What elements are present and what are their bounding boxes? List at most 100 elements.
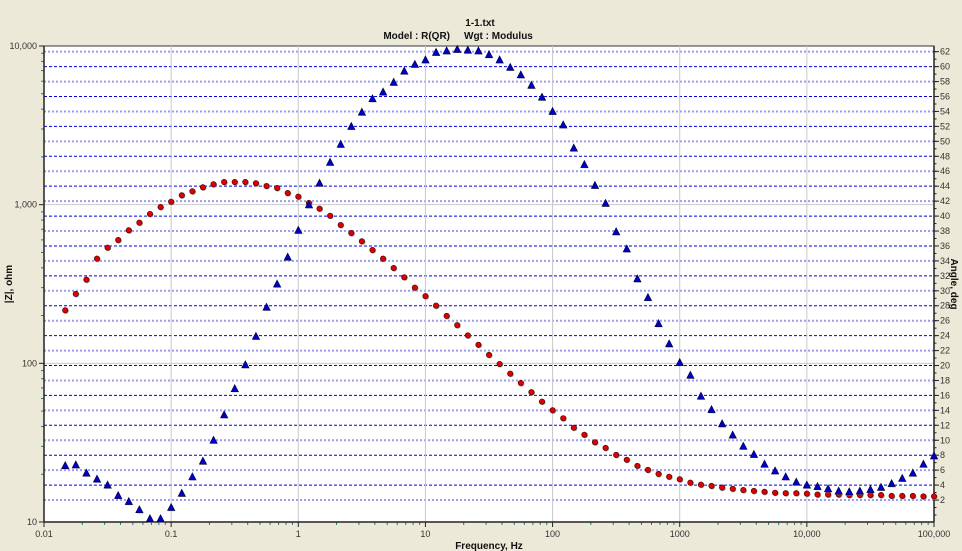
impedance-point	[708, 482, 715, 489]
y-left-tick-label: 10,000	[9, 41, 37, 51]
impedance-point	[189, 188, 196, 195]
impedance-point	[761, 488, 768, 495]
impedance-point	[93, 255, 100, 262]
impedance-point	[666, 473, 673, 480]
impedance-point	[125, 227, 132, 234]
chart-subtitle-weight: Wgt : Modulus	[464, 31, 533, 42]
impedance-point	[454, 322, 461, 329]
impedance-point	[62, 307, 69, 314]
impedance-point	[602, 444, 609, 451]
y-right-tick-label: 18	[940, 375, 950, 385]
chart-title: 1-1.txt	[465, 18, 495, 29]
y-right-tick-label: 14	[940, 405, 950, 415]
impedance-point	[231, 178, 238, 185]
y-right-tick-label: 38	[940, 226, 950, 236]
impedance-point	[401, 274, 408, 281]
impedance-point	[899, 492, 906, 499]
y-right-tick-label: 46	[940, 166, 950, 176]
y-right-tick-label: 20	[940, 361, 950, 371]
impedance-point	[644, 466, 651, 473]
impedance-point	[570, 424, 577, 431]
impedance-point	[390, 264, 397, 271]
impedance-point	[316, 205, 323, 212]
y-right-tick-label: 10	[940, 435, 950, 445]
impedance-point	[549, 407, 556, 414]
impedance-point	[507, 370, 514, 377]
impedance-point	[115, 236, 122, 243]
impedance-point	[422, 293, 429, 300]
impedance-point	[358, 238, 365, 245]
impedance-point	[719, 484, 726, 491]
impedance-point	[348, 229, 355, 236]
impedance-point	[433, 302, 440, 309]
y-right-tick-label: 24	[940, 331, 950, 341]
y-right-tick-label: 40	[940, 211, 950, 221]
y-right-tick-label: 56	[940, 92, 950, 102]
impedance-point	[83, 276, 90, 283]
impedance-point	[803, 490, 810, 497]
y-left-tick-label: 1,000	[14, 200, 37, 210]
x-tick-label: 100,000	[918, 529, 951, 539]
impedance-point	[930, 493, 937, 500]
impedance-point	[729, 485, 736, 492]
x-tick-label: 1	[296, 529, 301, 539]
impedance-point	[623, 456, 630, 463]
y-right-tick-label: 16	[940, 390, 950, 400]
y-right-tick-label: 2	[940, 495, 945, 505]
x-tick-label: 100	[545, 529, 560, 539]
impedance-point	[655, 470, 662, 477]
impedance-point	[793, 490, 800, 497]
impedance-point	[210, 181, 217, 188]
impedance-point	[221, 178, 228, 185]
impedance-point	[740, 487, 747, 494]
x-tick-label: 0.1	[165, 529, 178, 539]
impedance-point	[772, 489, 779, 496]
plot-area	[43, 45, 935, 523]
impedance-point	[178, 192, 185, 199]
impedance-point	[369, 246, 376, 253]
impedance-point	[295, 193, 302, 200]
impedance-point	[909, 492, 916, 499]
impedance-point	[538, 398, 545, 405]
impedance-point	[517, 379, 524, 386]
y-right-tick-label: 42	[940, 196, 950, 206]
y-right-tick-label: 52	[940, 121, 950, 131]
impedance-point	[528, 389, 535, 396]
impedance-point	[920, 493, 927, 500]
impedance-point	[146, 210, 153, 217]
y-right-tick-label: 62	[940, 47, 950, 57]
impedance-point	[560, 415, 567, 422]
y-right-tick-label: 54	[940, 106, 950, 116]
impedance-point	[464, 332, 471, 339]
x-tick-label: 1000	[670, 529, 690, 539]
impedance-point	[613, 451, 620, 458]
impedance-point	[380, 255, 387, 262]
impedance-point	[157, 203, 164, 210]
y-right-tick-label: 4	[940, 480, 945, 490]
impedance-point	[327, 212, 334, 219]
impedance-point	[782, 490, 789, 497]
impedance-point	[591, 439, 598, 446]
impedance-point	[72, 290, 79, 297]
impedance-point	[697, 481, 704, 488]
y-right-tick-label: 8	[940, 450, 945, 460]
impedance-point	[676, 476, 683, 483]
y-right-tick-label: 12	[940, 420, 950, 430]
y-right-tick-label: 48	[940, 151, 950, 161]
impedance-point	[263, 182, 270, 189]
y-right-tick-label: 6	[940, 465, 945, 475]
bode-plot: 1-1.txt Model : R(QR) Wgt : Modulus 2468…	[4, 18, 959, 551]
x-tick-label: 0.01	[35, 529, 53, 539]
y-right-tick-label: 22	[940, 346, 950, 356]
x-tick-label: 10,000	[793, 529, 821, 539]
impedance-point	[242, 178, 249, 185]
impedance-point	[687, 479, 694, 486]
x-tick-label: 10	[420, 529, 430, 539]
y-right-tick-label: 60	[940, 62, 950, 72]
y-right-tick-label: 58	[940, 77, 950, 87]
impedance-point	[104, 244, 111, 251]
impedance-point	[825, 491, 832, 498]
impedance-point	[199, 184, 206, 191]
y-right-tick-label: 36	[940, 241, 950, 251]
impedance-point	[634, 462, 641, 469]
